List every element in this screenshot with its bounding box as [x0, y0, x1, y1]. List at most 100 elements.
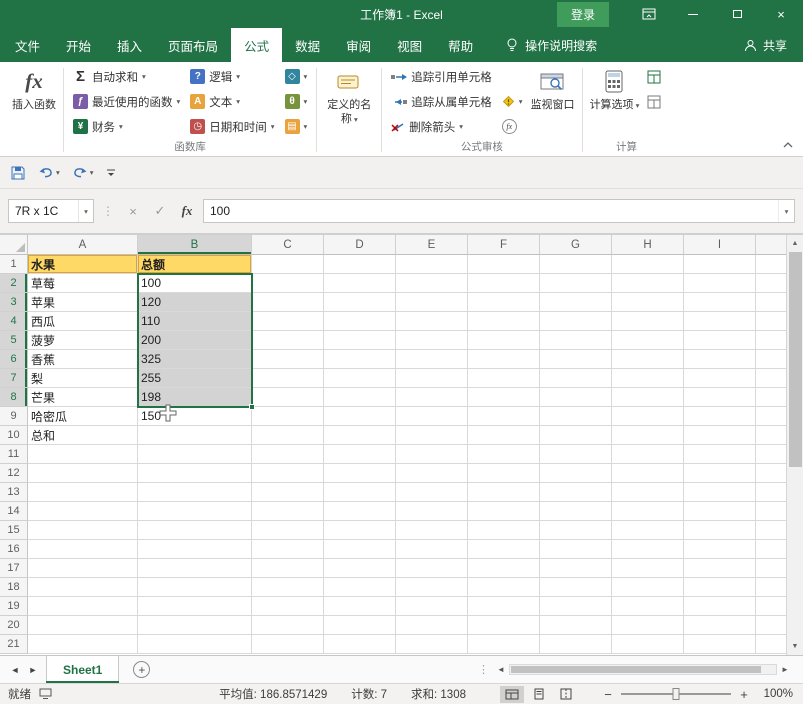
scroll-up-button[interactable]: ▲ — [787, 235, 803, 252]
cell-B3[interactable]: 120 — [138, 293, 252, 312]
cell-F12[interactable] — [468, 464, 540, 483]
tab-file[interactable]: 文件 — [2, 28, 53, 62]
cell-C19[interactable] — [252, 597, 324, 616]
cell-G15[interactable] — [540, 521, 612, 540]
cell-I14[interactable] — [684, 502, 756, 521]
cell-D3[interactable] — [324, 293, 396, 312]
cell-A19[interactable] — [28, 597, 138, 616]
formula-input[interactable]: 100 ▾ — [203, 199, 795, 223]
cell-C1[interactable] — [252, 255, 324, 274]
formula-bar-expand-button[interactable]: ▾ — [778, 200, 794, 222]
cell-D11[interactable] — [324, 445, 396, 464]
cell-C8[interactable] — [252, 388, 324, 407]
cell-A18[interactable] — [28, 578, 138, 597]
col-header-A[interactable]: A — [28, 235, 138, 255]
collapse-ribbon-button[interactable] — [783, 136, 793, 151]
cell-G21[interactable] — [540, 635, 612, 654]
cell-B19[interactable] — [138, 597, 252, 616]
minimize-button[interactable] — [671, 0, 715, 28]
cell-H20[interactable] — [612, 616, 684, 635]
cell-G4[interactable] — [540, 312, 612, 331]
cell-H21[interactable] — [612, 635, 684, 654]
tab-view[interactable]: 视图 — [384, 28, 435, 62]
cell-D12[interactable] — [324, 464, 396, 483]
cell-G18[interactable] — [540, 578, 612, 597]
redo-button[interactable]: ▾ — [72, 166, 94, 179]
col-header-F[interactable]: F — [468, 235, 540, 255]
cell-D20[interactable] — [324, 616, 396, 635]
maximize-button[interactable] — [715, 0, 759, 28]
cell-B8[interactable]: 198 — [138, 388, 252, 407]
cell-E17[interactable] — [396, 559, 468, 578]
cell-F15[interactable] — [468, 521, 540, 540]
cell-H17[interactable] — [612, 559, 684, 578]
cell-B17[interactable] — [138, 559, 252, 578]
cell-I1[interactable] — [684, 255, 756, 274]
cell-F20[interactable] — [468, 616, 540, 635]
cell-A2[interactable]: 草莓 — [28, 274, 138, 293]
enter-button[interactable]: ✓ — [149, 199, 171, 223]
cell-C18[interactable] — [252, 578, 324, 597]
row-header-1[interactable]: 1 — [0, 255, 28, 274]
cell-E14[interactable] — [396, 502, 468, 521]
cell-F3[interactable] — [468, 293, 540, 312]
cell-H3[interactable] — [612, 293, 684, 312]
cell-C4[interactable] — [252, 312, 324, 331]
row-header-9[interactable]: 9 — [0, 407, 28, 426]
horizontal-scrollbar-track[interactable] — [509, 664, 777, 675]
evaluate-formula-button[interactable]: fx — [497, 114, 528, 139]
cell-I8[interactable] — [684, 388, 756, 407]
cell-B16[interactable] — [138, 540, 252, 559]
cell-I11[interactable] — [684, 445, 756, 464]
cell-G2[interactable] — [540, 274, 612, 293]
cell-I9[interactable] — [684, 407, 756, 426]
autosum-button[interactable]: Σ 自动求和 ▾ — [68, 64, 185, 89]
col-header-D[interactable]: D — [324, 235, 396, 255]
cell-I15[interactable] — [684, 521, 756, 540]
name-box[interactable]: 7R x 1C ▾ — [8, 199, 94, 223]
zoom-level[interactable]: 100% — [757, 688, 793, 700]
row-header-6[interactable]: 6 — [0, 350, 28, 369]
cell-A5[interactable]: 菠萝 — [28, 331, 138, 350]
insert-function-button[interactable]: fx 插入函数 — [9, 64, 59, 140]
row-header-2[interactable]: 2 — [0, 274, 28, 293]
more-functions-button[interactable]: ▤ ▾ — [280, 114, 313, 139]
scroll-down-button[interactable]: ▼ — [787, 638, 803, 655]
cell-H8[interactable] — [612, 388, 684, 407]
row-header-12[interactable]: 12 — [0, 464, 28, 483]
cell-F4[interactable] — [468, 312, 540, 331]
trace-precedents-button[interactable]: 追踪引用单元格 — [386, 64, 497, 89]
cell-I19[interactable] — [684, 597, 756, 616]
cell-C3[interactable] — [252, 293, 324, 312]
calculate-sheet-button[interactable] — [642, 89, 666, 114]
row-header-21[interactable]: 21 — [0, 635, 28, 654]
cell-B14[interactable] — [138, 502, 252, 521]
cell-I10[interactable] — [684, 426, 756, 445]
cell-B9[interactable]: 150 — [138, 407, 252, 426]
row-header-15[interactable]: 15 — [0, 521, 28, 540]
cell-G12[interactable] — [540, 464, 612, 483]
logical-button[interactable]: ? 逻辑 ▾ — [185, 64, 279, 89]
cell-E6[interactable] — [396, 350, 468, 369]
tab-scroll-splitter[interactable]: ⋮ — [474, 656, 493, 683]
cell-G19[interactable] — [540, 597, 612, 616]
col-header-H[interactable]: H — [612, 235, 684, 255]
cell-A15[interactable] — [28, 521, 138, 540]
cell-B7[interactable]: 255 — [138, 369, 252, 388]
calculation-options-button[interactable]: 计算选项 ▾ — [587, 64, 643, 140]
cell-E2[interactable] — [396, 274, 468, 293]
select-all-corner[interactable] — [0, 235, 28, 255]
datetime-button[interactable]: ◷ 日期和时间 ▾ — [185, 114, 279, 139]
row-header-20[interactable]: 20 — [0, 616, 28, 635]
zoom-in-button[interactable]: + — [738, 687, 750, 702]
cell-H19[interactable] — [612, 597, 684, 616]
cell-A7[interactable]: 梨 — [28, 369, 138, 388]
cell-G7[interactable] — [540, 369, 612, 388]
tab-data[interactable]: 数据 — [282, 28, 333, 62]
cell-D18[interactable] — [324, 578, 396, 597]
cell-H11[interactable] — [612, 445, 684, 464]
fill-handle[interactable] — [249, 404, 255, 410]
cell-I3[interactable] — [684, 293, 756, 312]
cell-G16[interactable] — [540, 540, 612, 559]
cell-D8[interactable] — [324, 388, 396, 407]
